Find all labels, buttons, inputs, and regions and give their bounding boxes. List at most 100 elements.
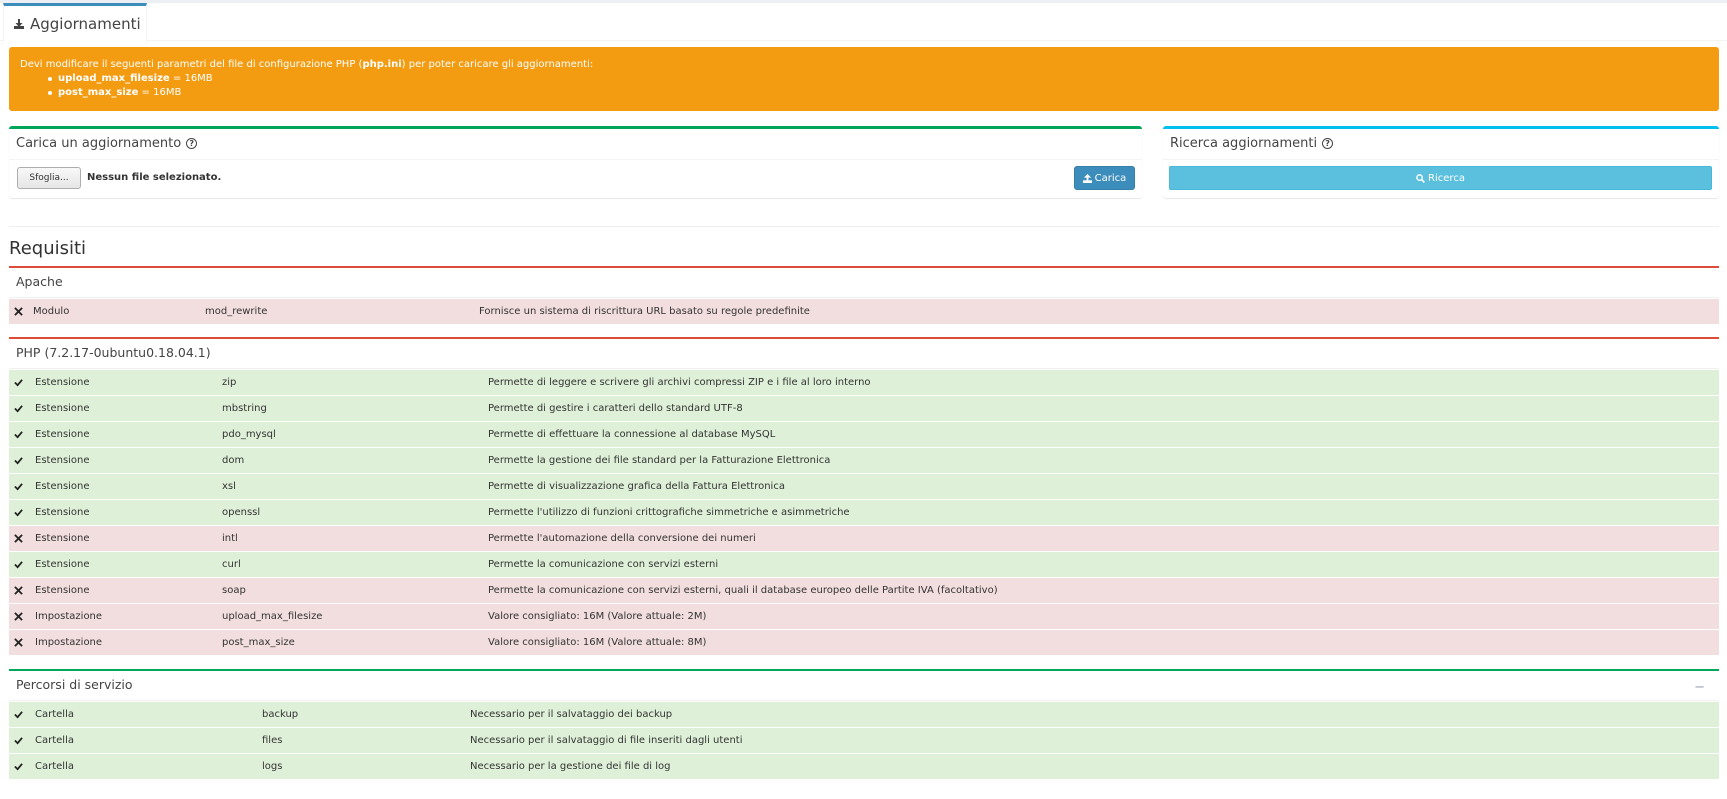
cross-icon bbox=[14, 307, 23, 316]
upload-title: Carica un aggiornamento ? bbox=[16, 136, 1135, 151]
cross-icon bbox=[14, 638, 23, 647]
cross-icon bbox=[14, 586, 23, 595]
row-name: backup bbox=[262, 709, 299, 720]
download-icon bbox=[14, 19, 24, 29]
paths-rows: Cartella backup Necessario per il salvatag… bbox=[9, 701, 1719, 779]
cross-icon bbox=[14, 612, 23, 621]
row-description: Permette di effettuare la connessione al… bbox=[488, 429, 776, 440]
row-type: Estensione bbox=[35, 429, 90, 440]
row-type: Cartella bbox=[35, 735, 74, 746]
requirements-title: Requisiti bbox=[9, 238, 87, 259]
search-button[interactable]: Ricerca bbox=[1169, 166, 1712, 190]
row-name: post_max_size bbox=[222, 637, 295, 648]
php-rows: Estensione zip Permette di leggere e scriv… bbox=[9, 369, 1719, 655]
table-row: Impostazione upload_max_filesize Valore co… bbox=[9, 603, 1719, 629]
row-type: Impostazione bbox=[35, 637, 103, 648]
paths-title: Percorsi di servizio bbox=[16, 677, 133, 692]
apache-rows: Modulo mod_rewrite Fornisce un sistema di … bbox=[9, 298, 1719, 324]
table-row: Estensione openssl Permette l'utilizzo di … bbox=[9, 499, 1719, 525]
row-description: Permette l'automazione della conversione… bbox=[488, 533, 756, 544]
alert-item-name: upload_max_filesize bbox=[58, 73, 170, 84]
search-button-label: Ricerca bbox=[1428, 172, 1465, 184]
row-name: logs bbox=[262, 761, 283, 772]
alert-item-name: post_max_size bbox=[58, 87, 139, 98]
row-name: zip bbox=[222, 377, 237, 388]
cross-icon bbox=[14, 534, 23, 543]
table-row: Estensione mbstring Permette di gestire i … bbox=[9, 395, 1719, 421]
search-box-header: Ricerca aggiornamenti ? bbox=[1163, 129, 1719, 160]
table-row: Estensione xsl Permette di visualizzazione… bbox=[9, 473, 1719, 499]
check-icon bbox=[14, 763, 23, 771]
apache-section: Apache Modulo mod_rewrite Fornisce un sist… bbox=[9, 266, 1719, 324]
alert-item-value: = 16MB bbox=[169, 73, 213, 84]
row-name: upload_max_filesize bbox=[222, 611, 323, 622]
upload-button[interactable]: Carica bbox=[1074, 166, 1135, 190]
check-icon bbox=[14, 457, 23, 465]
table-row: Estensione soap Permette la comunicazione … bbox=[9, 577, 1719, 603]
row-type: Estensione bbox=[35, 507, 90, 518]
alert-message: Devi modificare il seguenti parametri de… bbox=[20, 58, 1708, 72]
warning-alert: Devi modificare il seguenti parametri de… bbox=[9, 47, 1719, 111]
row-description: Necessario per il salvataggio di file in… bbox=[470, 735, 743, 746]
php-section: PHP (7.2.17-0ubuntu0.18.04.1) Estensione… bbox=[9, 337, 1719, 655]
check-icon bbox=[14, 509, 23, 517]
row-name: mod_rewrite bbox=[205, 306, 268, 317]
table-row: Impostazione post_max_size Valore consigli… bbox=[9, 629, 1719, 655]
check-icon bbox=[14, 711, 23, 719]
row-type: Estensione bbox=[35, 585, 90, 596]
question-icon[interactable]: ? bbox=[1322, 138, 1334, 149]
table-row: Estensione intl Permette l'automazione del… bbox=[9, 525, 1719, 551]
row-name: intl bbox=[222, 533, 238, 544]
question-icon[interactable]: ? bbox=[186, 138, 198, 149]
row-description: Permette l'utilizzo di funzioni crittogr… bbox=[488, 507, 850, 518]
browse-button[interactable]: Sfoglia... bbox=[17, 167, 81, 189]
table-row: Estensione dom Permette la gestione dei fi… bbox=[9, 447, 1719, 473]
row-name: xsl bbox=[222, 481, 236, 492]
search-icon bbox=[1416, 173, 1425, 183]
search-title-text: Ricerca aggiornamenti bbox=[1170, 136, 1318, 151]
collapse-button[interactable]: − bbox=[1694, 680, 1705, 695]
row-type: Impostazione bbox=[35, 611, 103, 622]
table-row: Estensione curl Permette la comunicazione … bbox=[9, 551, 1719, 577]
alert-file: php.ini bbox=[362, 59, 402, 70]
section-title: PHP (7.2.17-0ubuntu0.18.04.1) bbox=[9, 339, 1719, 369]
upload-box-header: Carica un aggiornamento ? bbox=[9, 129, 1142, 160]
search-title: Ricerca aggiornamenti ? bbox=[1170, 136, 1712, 151]
alert-text-after: ) per poter caricare gli aggiornamenti: bbox=[401, 59, 594, 70]
table-row: Cartella logs Necessario per la gestione d… bbox=[9, 753, 1719, 779]
row-type: Modulo bbox=[33, 306, 70, 317]
row-type: Estensione bbox=[35, 455, 90, 466]
tab-aggiornamenti[interactable]: Aggiornamenti bbox=[3, 3, 147, 42]
alert-item: post_max_size = 16MB bbox=[48, 86, 1708, 100]
row-description: Permette la gestione dei file standard p… bbox=[488, 455, 831, 466]
row-description: Permette di gestire i caratteri dello st… bbox=[488, 403, 743, 414]
check-icon bbox=[14, 405, 23, 413]
check-icon bbox=[14, 737, 23, 745]
row-type: Cartella bbox=[35, 761, 74, 772]
upload-icon bbox=[1082, 173, 1092, 183]
row-name: pdo_mysql bbox=[222, 429, 276, 440]
row-name: curl bbox=[222, 559, 241, 570]
section-title: Apache bbox=[9, 268, 1719, 298]
row-type: Estensione bbox=[35, 377, 90, 388]
row-description: Permette la comunicazione con servizi es… bbox=[488, 559, 719, 570]
check-icon bbox=[14, 431, 23, 439]
section-title: Percorsi di servizio − bbox=[9, 671, 1719, 701]
alert-item-value: = 16MB bbox=[138, 87, 182, 98]
row-description: Valore consigliato: 16M (Valore attuale:… bbox=[488, 637, 707, 648]
row-description: Permette di visualizzazione grafica dell… bbox=[488, 481, 785, 492]
upload-title-text: Carica un aggiornamento bbox=[16, 136, 182, 151]
row-description: Necessario per la gestione dei file di l… bbox=[470, 761, 671, 772]
upload-button-label: Carica bbox=[1094, 172, 1127, 184]
row-description: Necessario per il salvataggio dei backup bbox=[470, 709, 673, 720]
row-type: Estensione bbox=[35, 533, 90, 544]
row-name: soap bbox=[222, 585, 246, 596]
table-row: Cartella backup Necessario per il salvatag… bbox=[9, 701, 1719, 727]
row-name: openssl bbox=[222, 507, 261, 518]
row-description: Valore consigliato: 16M (Valore attuale:… bbox=[488, 611, 707, 622]
no-file-label: Nessun file selezionato. bbox=[87, 172, 222, 183]
table-row: Estensione pdo_mysql Permette di effettuar… bbox=[9, 421, 1719, 447]
check-icon bbox=[14, 561, 23, 569]
tab-label: Aggiornamenti bbox=[30, 15, 141, 33]
row-name: mbstring bbox=[222, 403, 267, 414]
